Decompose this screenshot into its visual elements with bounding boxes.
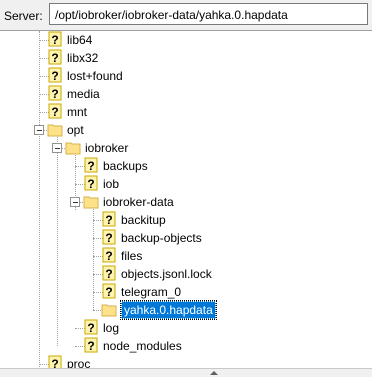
path-value[interactable]: /opt/iobroker/iobroker-data/yahka.0.hapd…: [55, 8, 288, 22]
collapse-iobroker-data-icon[interactable]: [70, 197, 80, 207]
unknown-file-icon: ?: [48, 103, 62, 119]
svg-text:?: ?: [51, 87, 58, 101]
svg-text:?: ?: [105, 267, 112, 281]
unknown-file-icon: ?: [48, 67, 62, 83]
svg-text:?: ?: [51, 357, 58, 368]
svg-text:?: ?: [105, 249, 112, 263]
directory-tree[interactable]: ? lib64 ? libx32 ? lost+found ? media ? …: [0, 30, 372, 368]
unknown-file-icon: ?: [48, 31, 62, 47]
chevron-up-icon[interactable]: [210, 371, 218, 375]
unknown-file-icon: ?: [102, 265, 116, 281]
svg-text:?: ?: [51, 51, 58, 65]
path-bar: Server: /opt/iobroker/iobroker-data/yahk…: [0, 0, 372, 30]
collapse-opt-icon[interactable]: [34, 125, 44, 135]
svg-text:?: ?: [51, 105, 58, 119]
svg-text:?: ?: [51, 69, 58, 83]
svg-text:?: ?: [87, 177, 94, 191]
unknown-file-icon: ?: [84, 319, 98, 335]
unknown-file-icon: ?: [48, 85, 62, 101]
unknown-file-icon: ?: [84, 157, 98, 173]
unknown-file-icon: ?: [84, 337, 98, 353]
collapse-iobroker-icon[interactable]: [52, 143, 62, 153]
folder-icon: [47, 124, 63, 137]
server-label: Server:: [4, 9, 43, 23]
unknown-file-icon: ?: [102, 229, 116, 245]
svg-text:?: ?: [87, 321, 94, 335]
svg-text:?: ?: [105, 213, 112, 227]
svg-text:?: ?: [87, 159, 94, 173]
unknown-file-icon: ?: [102, 211, 116, 227]
unknown-file-icon: ?: [102, 283, 116, 299]
resize-splitter[interactable]: [0, 368, 372, 377]
svg-text:?: ?: [105, 231, 112, 245]
unknown-file-icon: ?: [48, 49, 62, 65]
folder-icon: [83, 196, 99, 209]
svg-text:?: ?: [87, 339, 94, 353]
path-input[interactable]: /opt/iobroker/iobroker-data/yahka.0.hapd…: [49, 3, 368, 25]
unknown-file-icon: ?: [84, 175, 98, 191]
folder-icon: [101, 304, 117, 317]
svg-text:?: ?: [105, 285, 112, 299]
unknown-file-icon: ?: [48, 355, 62, 368]
unknown-file-icon: ?: [102, 247, 116, 263]
folder-icon: [65, 142, 81, 155]
svg-text:?: ?: [51, 33, 58, 47]
